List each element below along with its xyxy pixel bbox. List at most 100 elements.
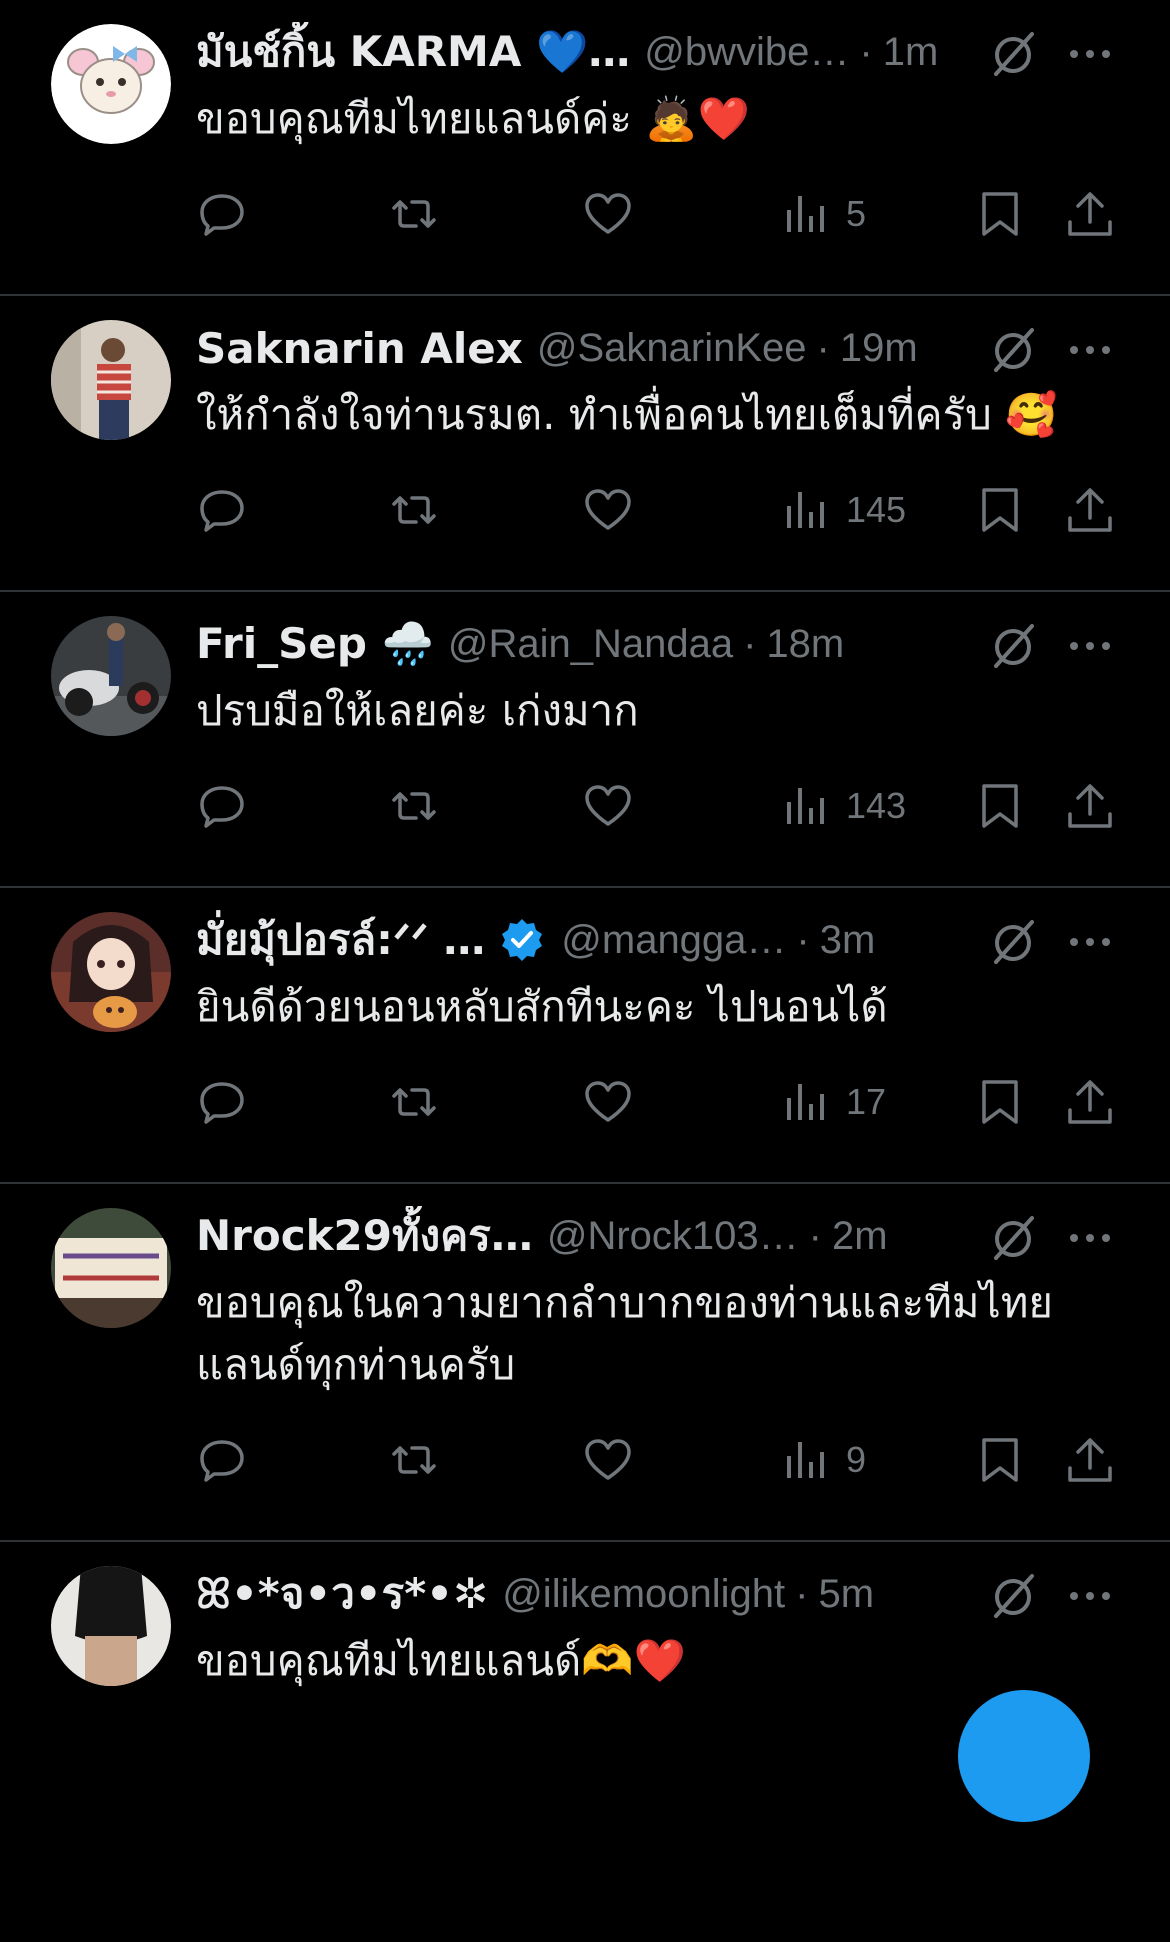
- tweet[interactable]: Fri_Sep 🌧️ @Rain_Nandaa · 18m ปรบมือให้เ…: [0, 592, 1170, 888]
- share-button[interactable]: [1064, 1074, 1116, 1130]
- tweet-header: ꕤ•*จ•ว•ร*•✲ @ilikemoonlight · 5m: [196, 1564, 986, 1624]
- retweet-button[interactable]: [388, 1074, 440, 1130]
- tweet-text: ขอบคุณทีมไทยแลนด์🫶❤️: [196, 1636, 686, 1685]
- display-name[interactable]: Fri_Sep 🌧️: [196, 619, 434, 669]
- reply-icon: [200, 1440, 244, 1482]
- tweet-text: ปรบมือให้เลยค่ะ เก่งมาก: [196, 686, 639, 735]
- retweet-button[interactable]: [388, 1432, 440, 1488]
- bookmark-button[interactable]: [974, 186, 1026, 242]
- handle[interactable]: @mangga…: [561, 918, 786, 963]
- reply-button[interactable]: [196, 1074, 248, 1130]
- avatar[interactable]: [51, 912, 171, 1032]
- tweet[interactable]: Nrock29ทั้งคร… @Nrock103… · 2m ขอบคุณในค…: [0, 1184, 1170, 1542]
- retweet-button[interactable]: [388, 186, 440, 242]
- tweet[interactable]: มันช์กิ้น KARMA 💙… @bwvibe… · 1m ขอบคุณท…: [0, 0, 1170, 296]
- timestamp[interactable]: 5m: [818, 1572, 874, 1617]
- tweet[interactable]: Saknarin Alex @SaknarinKee · 19m ให้กำลั…: [0, 296, 1170, 592]
- like-button[interactable]: [582, 778, 634, 834]
- avatar[interactable]: [51, 320, 171, 440]
- grok-icon[interactable]: [986, 620, 1040, 674]
- bookmark-button[interactable]: [974, 482, 1026, 538]
- anime-girl-avatar: [51, 912, 171, 1032]
- views-button[interactable]: 9: [780, 1432, 866, 1488]
- retweet-icon: [392, 1088, 436, 1116]
- like-button[interactable]: [582, 1432, 634, 1488]
- display-name[interactable]: มั่ยมุ้ปอรล์:ᐟᐟ …: [196, 910, 485, 970]
- more-options-icon[interactable]: [1066, 1578, 1114, 1614]
- share-button[interactable]: [1064, 1432, 1116, 1488]
- protest-sign-avatar: [51, 1208, 171, 1328]
- views-count: 5: [846, 193, 867, 234]
- handle[interactable]: @bwvibe…: [644, 30, 849, 75]
- grok-icon[interactable]: [986, 28, 1040, 82]
- reply-button[interactable]: [196, 186, 248, 242]
- tweet[interactable]: มั่ยมุ้ปอรล์:ᐟᐟ … @mangga… · 3m ยินดีด้ว…: [0, 888, 1170, 1184]
- more-options-icon[interactable]: [1066, 924, 1114, 960]
- reply-button[interactable]: [196, 1432, 248, 1488]
- retweet-button[interactable]: [388, 778, 440, 834]
- handle[interactable]: @Nrock103…: [547, 1214, 799, 1259]
- reply-icon: [200, 490, 244, 532]
- more-options-icon[interactable]: [1066, 1220, 1114, 1256]
- share-button[interactable]: [1064, 778, 1116, 834]
- bookmark-icon: [982, 192, 1018, 236]
- avatar[interactable]: [51, 616, 171, 736]
- display-name[interactable]: ꕤ•*จ•ว•ร*•✲: [196, 1564, 488, 1624]
- display-name[interactable]: Nrock29ทั้งคร…: [196, 1206, 533, 1266]
- handle[interactable]: @Rain_Nandaa: [448, 622, 733, 667]
- like-button[interactable]: [582, 482, 634, 538]
- handle[interactable]: @ilikemoonlight: [502, 1572, 785, 1617]
- grok-icon[interactable]: [986, 1212, 1040, 1266]
- views-chart-icon: [787, 196, 824, 232]
- heart-icon: [585, 193, 631, 234]
- timestamp[interactable]: 19m: [840, 326, 918, 371]
- views-button[interactable]: 5: [780, 186, 866, 242]
- timestamp[interactable]: 2m: [832, 1214, 888, 1259]
- display-name[interactable]: มันช์กิ้น KARMA 💙…: [196, 22, 630, 82]
- bookmark-icon: [982, 1080, 1018, 1124]
- avatar[interactable]: [51, 1566, 171, 1686]
- action-bar: 145: [196, 482, 1126, 538]
- timestamp[interactable]: 18m: [766, 622, 844, 667]
- separator-dot: ·: [816, 325, 830, 370]
- bookmark-button[interactable]: [974, 778, 1026, 834]
- compose-fab-button[interactable]: [958, 1690, 1090, 1822]
- grok-icon[interactable]: [986, 916, 1040, 970]
- avatar[interactable]: [51, 24, 171, 144]
- views-chart-icon: [787, 1442, 824, 1478]
- heart-icon: [585, 1081, 631, 1122]
- share-button[interactable]: [1064, 482, 1116, 538]
- heart-icon: [585, 489, 631, 530]
- like-button[interactable]: [582, 1074, 634, 1130]
- views-button[interactable]: 143: [780, 778, 906, 834]
- tweet-text: ขอบคุณในความยากลำบากของท่านและทีมไทยแลนด…: [196, 1278, 1054, 1389]
- views-button[interactable]: 17: [780, 1074, 886, 1130]
- display-name[interactable]: Saknarin Alex: [196, 324, 523, 373]
- handle[interactable]: @SaknarinKee: [537, 326, 807, 371]
- action-bar: 9: [196, 1432, 1126, 1488]
- avatar[interactable]: [51, 1208, 171, 1328]
- timestamp[interactable]: 3m: [820, 918, 876, 963]
- like-button[interactable]: [582, 186, 634, 242]
- share-icon: [1068, 488, 1112, 532]
- more-options-icon[interactable]: [1066, 332, 1114, 368]
- share-icon: [1068, 1438, 1112, 1482]
- share-button[interactable]: [1064, 186, 1116, 242]
- heart-icon: [585, 785, 631, 826]
- retweet-button[interactable]: [388, 482, 440, 538]
- separator-dot: ·: [795, 1571, 809, 1616]
- grok-icon[interactable]: [986, 324, 1040, 378]
- retweet-icon: [392, 496, 436, 524]
- timestamp[interactable]: 1m: [883, 30, 939, 75]
- bookmark-button[interactable]: [974, 1074, 1026, 1130]
- bookmark-button[interactable]: [974, 1432, 1026, 1488]
- tweet-header: มันช์กิ้น KARMA 💙… @bwvibe… · 1m: [196, 22, 986, 82]
- views-button[interactable]: 145: [780, 482, 906, 538]
- more-options-icon[interactable]: [1066, 36, 1114, 72]
- heart-icon: [585, 1439, 631, 1480]
- tweet-text: ขอบคุณทีมไทยแลนด์ค่ะ 🙇❤️: [196, 94, 750, 143]
- reply-button[interactable]: [196, 482, 248, 538]
- reply-button[interactable]: [196, 778, 248, 834]
- more-options-icon[interactable]: [1066, 628, 1114, 664]
- grok-icon[interactable]: [986, 1570, 1040, 1624]
